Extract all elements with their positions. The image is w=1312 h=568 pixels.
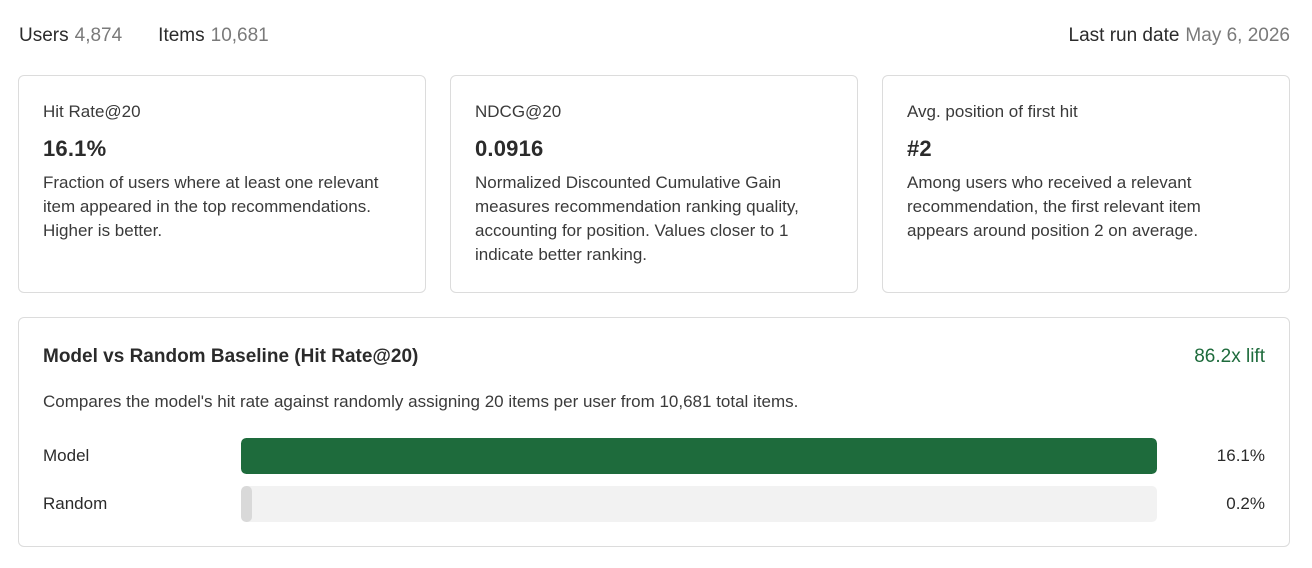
card-title: NDCG@20: [475, 102, 562, 121]
card-description: Fraction of users where at least one rel…: [43, 173, 379, 240]
dataset-stats: Users 4,874 Items 10,681: [19, 25, 269, 47]
comparison-title: Model vs Random Baseline (Hit Rate@20): [43, 346, 419, 367]
items-stat: Items 10,681: [158, 25, 269, 47]
lift-badge: 86.2x lift: [1194, 346, 1265, 367]
summary-bar: Users 4,874 Items 10,681 Last run date May …: [19, 23, 1290, 49]
model-bar-fill: [241, 438, 1157, 474]
bar-label: Random: [43, 494, 108, 513]
comparison-subtitle: Compares the model's hit rate against ra…: [43, 392, 799, 411]
ndcg-card: NDCG@20 0.0916 Normalized Discounted Cum…: [450, 75, 858, 293]
card-value: 16.1%: [43, 136, 107, 161]
bar-track: [241, 486, 1157, 522]
bar-label: Model: [43, 446, 90, 465]
last-run-label: Last run date: [1068, 25, 1180, 46]
hit-rate-card: Hit Rate@20 16.1% Fraction of users wher…: [18, 75, 426, 293]
comparison-header: Model vs Random Baseline (Hit Rate@20) 8…: [43, 342, 1265, 372]
card-value: 0.0916: [475, 136, 544, 161]
metric-cards: Hit Rate@20 16.1% Fraction of users wher…: [18, 75, 1290, 293]
users-stat: Users 4,874: [19, 25, 122, 47]
last-run-value: May 6, 2026: [1185, 25, 1290, 46]
random-bar-fill: [241, 486, 252, 522]
model-bar-row: Model 16.1%: [43, 438, 1265, 474]
baseline-comparison-panel: Model vs Random Baseline (Hit Rate@20) 8…: [18, 317, 1290, 547]
card-title: Avg. position of first hit: [907, 102, 1078, 121]
items-label: Items: [158, 25, 205, 46]
users-label: Users: [19, 25, 69, 46]
users-value: 4,874: [74, 25, 123, 46]
bar-value: 0.2%: [1226, 494, 1265, 513]
first-hit-card: Avg. position of first hit #2 Among user…: [882, 75, 1290, 293]
bar-track: [241, 438, 1157, 474]
card-title: Hit Rate@20: [43, 102, 141, 121]
card-value: #2: [907, 136, 932, 161]
bar-value: 16.1%: [1216, 446, 1265, 465]
last-run-stat: Last run date May 6, 2026: [1069, 25, 1291, 47]
items-value: 10,681: [210, 25, 269, 46]
card-description: Normalized Discounted Cumulative Gain me…: [475, 173, 799, 264]
random-bar-row: Random 0.2%: [43, 486, 1265, 522]
card-description: Among users who received a relevant reco…: [907, 173, 1201, 240]
